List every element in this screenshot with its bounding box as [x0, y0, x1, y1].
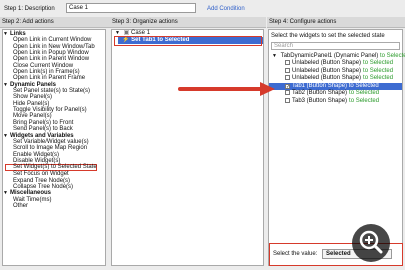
configure-subtitle: Select the widgets to set the selected s… — [271, 33, 385, 39]
child-state: to Selected — [349, 90, 380, 97]
search-input[interactable]: Search — [271, 42, 400, 50]
parent-state: to Selected — [379, 53, 405, 59]
child-name: Tab3 (Button Shape) — [292, 97, 348, 104]
section-label: Links — [10, 31, 26, 37]
collapse-triangle-icon[interactable]: ▼ — [3, 190, 10, 196]
collapse-triangle-icon[interactable]: ▼ — [272, 52, 279, 60]
tree-child[interactable]: Tab2 (Button Shape) to Selected — [269, 90, 402, 98]
description-input[interactable]: Case 1 — [66, 3, 196, 13]
child-state: to Selected — [363, 67, 394, 74]
checkbox[interactable] — [285, 60, 290, 65]
section-label: Dynamic Panels — [10, 81, 57, 88]
tree-child[interactable]: Tab3 (Button Shape) to Selected — [269, 97, 402, 106]
section-label: Widgets and Variables — [10, 132, 74, 139]
tree-child[interactable]: Unlabeled (Button Shape) to Selected — [269, 75, 402, 83]
child-name: Unlabeled (Button Shape) — [292, 67, 362, 74]
collapse-triangle-icon[interactable]: ▼ — [3, 31, 10, 37]
checkbox[interactable] — [285, 75, 290, 81]
checkbox[interactable] — [285, 97, 290, 103]
parent-name: TabDynamicPanel1 (Dynamic Panel) — [280, 53, 379, 59]
tree-parent[interactable]: ▼ TabDynamicPanel1 (Dynamic Panel) to Se… — [269, 52, 405, 60]
magnifier-glyph-icon — [359, 230, 383, 254]
tree-child[interactable]: Unlabeled (Button Shape) to Selected — [269, 60, 402, 68]
select-value-label: Select the value: — [273, 251, 318, 257]
child-state: to Selected — [349, 97, 380, 104]
tree-child[interactable]: ✓ Tab1 (Button Shape) to Selected — [269, 82, 402, 91]
red-arrow-icon — [178, 82, 275, 96]
step3-title: Step 3: Organize actions — [110, 17, 266, 28]
action-item[interactable]: Set Widget(s) to Selected State — [5, 164, 97, 172]
child-name: Unlabeled (Button Shape) — [292, 60, 362, 66]
child-name: Tab1 (Button Shape) to Selected — [292, 82, 379, 89]
child-name: Unlabeled (Button Shape) — [292, 75, 362, 82]
checkbox[interactable] — [285, 90, 290, 96]
step4-title: Step 4: Configure actions — [267, 17, 405, 28]
action-highlight-box — [114, 36, 262, 46]
child-state: to Selected — [363, 60, 394, 66]
child-state: to Selected — [363, 75, 394, 82]
actions-list: ▼ Links Open Link in Current Window Open Li… — [2, 29, 106, 266]
checkbox[interactable]: ✓ — [285, 83, 290, 89]
child-name: Tab2 (Button Shape) — [292, 90, 348, 97]
organize-panel: ▼ ▣ Case 1 ⚡ Set Tab1 to Selected — [111, 29, 264, 266]
step2-title: Step 2: Add actions — [0, 17, 110, 28]
select-value-text: Selected — [326, 251, 351, 257]
add-condition-link[interactable]: Add Condition — [207, 6, 245, 12]
action-item[interactable]: Open Link in Current Window — [3, 37, 105, 43]
step1-label: Step 1: Description — [4, 6, 55, 12]
action-item[interactable]: Other — [3, 203, 105, 209]
zoom-in-icon[interactable] — [352, 224, 390, 262]
tree-child[interactable]: Unlabeled (Button Shape) to Selected — [269, 67, 402, 76]
collapse-triangle-icon[interactable]: ▼ — [3, 82, 10, 88]
checkbox[interactable] — [285, 67, 290, 73]
collapse-triangle-icon[interactable]: ▼ — [3, 133, 10, 139]
section-label: Miscellaneous — [10, 190, 52, 197]
